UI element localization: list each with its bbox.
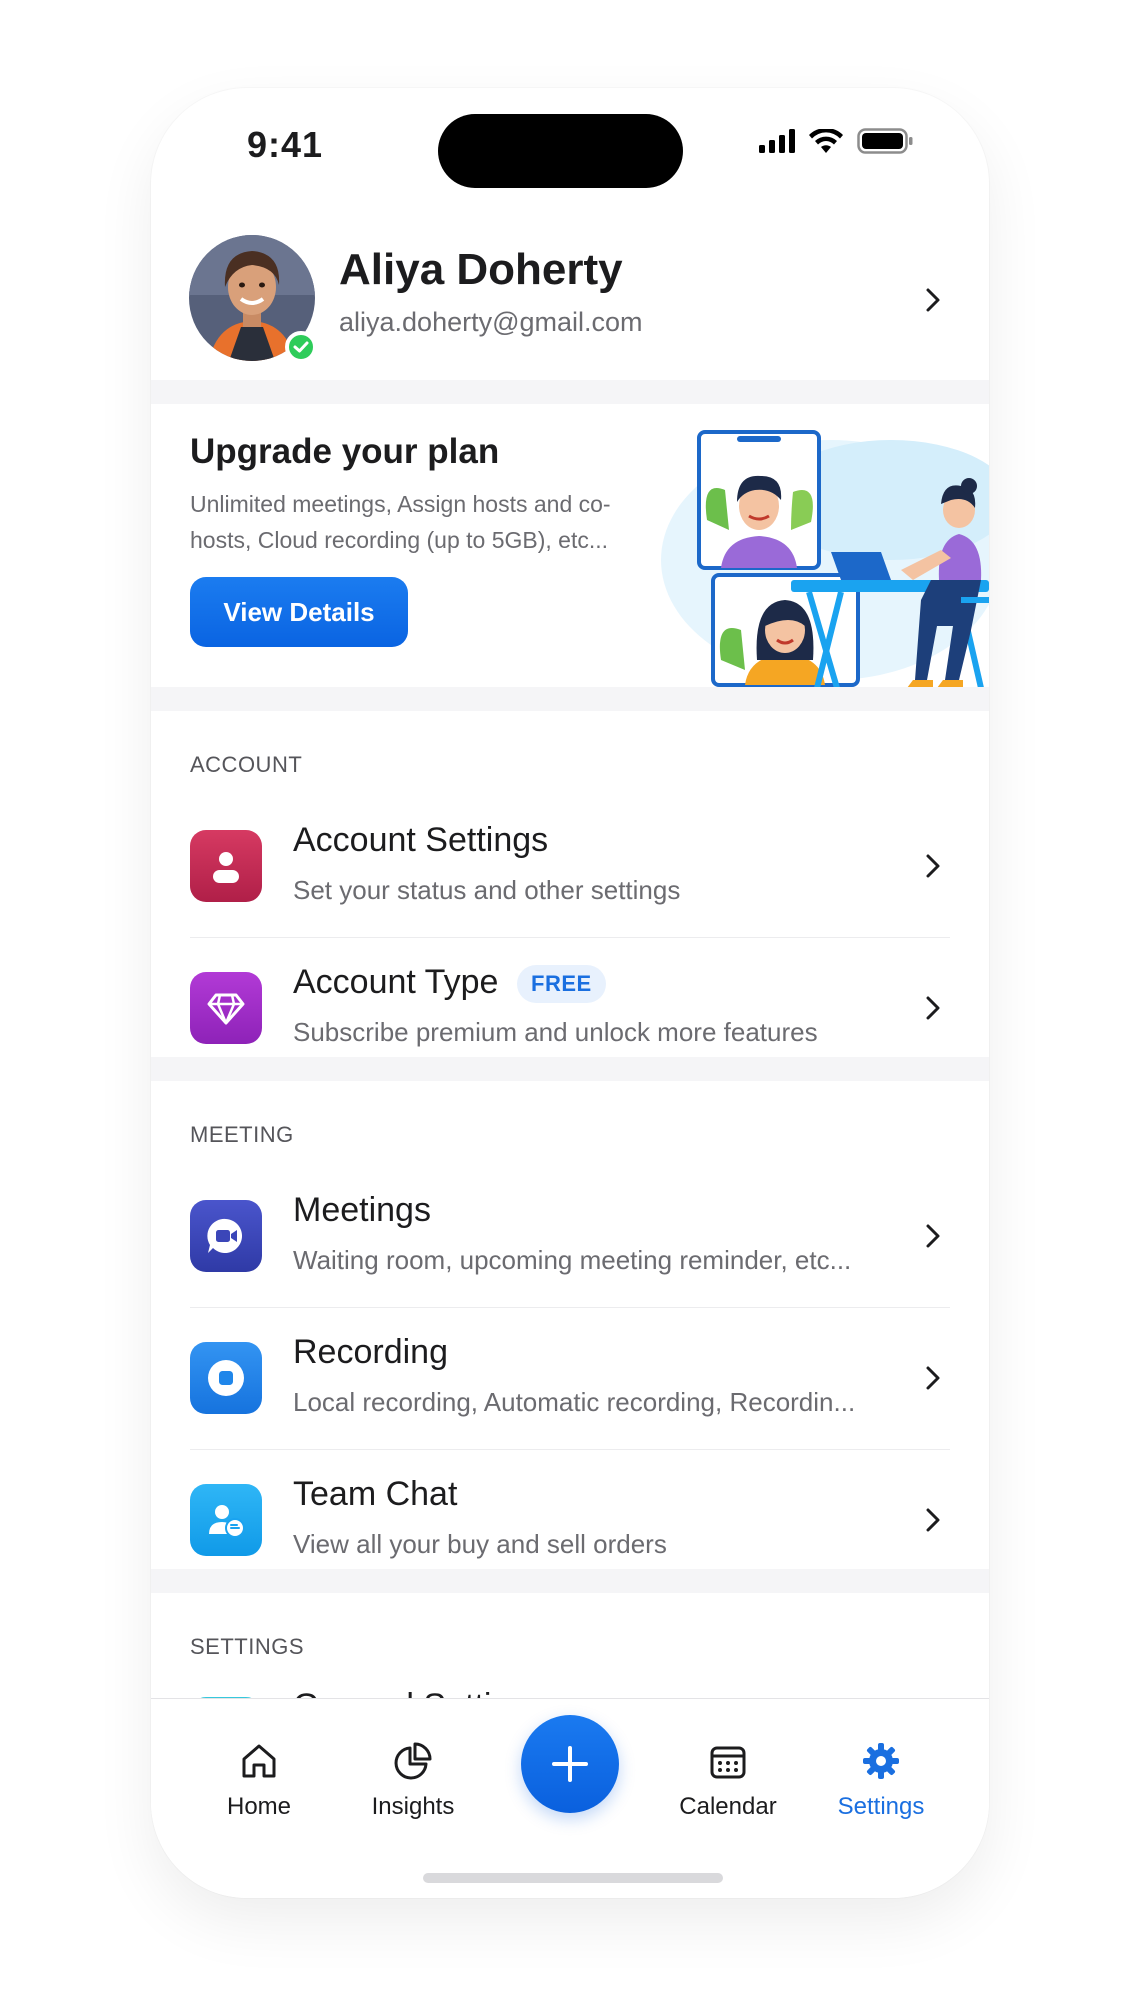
chevron-right-icon xyxy=(926,1224,940,1248)
row-title: Account Type xyxy=(293,963,499,1001)
row-title: Account Settings xyxy=(293,821,549,859)
tab-insights[interactable]: Insights xyxy=(348,1741,478,1821)
chevron-right-icon xyxy=(926,996,940,1020)
tab-label: Calendar xyxy=(679,1793,777,1820)
home-indicator xyxy=(423,1873,723,1883)
tab-label: Settings xyxy=(837,1793,925,1820)
row-title: Meetings xyxy=(293,1191,431,1229)
chevron-right-icon xyxy=(926,288,940,312)
upgrade-title: Upgrade your plan xyxy=(190,432,500,471)
team-chat-icon xyxy=(190,1484,262,1556)
account-section: ACCOUNT Account Settings Set your status… xyxy=(151,711,989,1057)
record-icon xyxy=(190,1342,262,1414)
section-divider xyxy=(151,1569,989,1593)
chevron-right-icon xyxy=(926,1508,940,1532)
tab-home[interactable]: Home xyxy=(194,1741,324,1821)
wifi-icon xyxy=(809,129,843,153)
recording-row[interactable]: Recording Local recording, Automatic rec… xyxy=(151,1307,989,1449)
person-icon xyxy=(190,830,262,902)
meetings-row[interactable]: Meetings Waiting room, upcoming meeting … xyxy=(151,1165,989,1307)
phone-screen: 9:41 Aliya Doherty aliya.doherty@gmail.c… xyxy=(151,88,989,1898)
section-label-account: ACCOUNT xyxy=(190,752,303,777)
tab-calendar[interactable]: Calendar xyxy=(663,1741,793,1821)
profile-email: aliya.doherty@gmail.com xyxy=(339,307,643,337)
row-subtitle: Subscribe premium and unlock more featur… xyxy=(293,1017,818,1047)
status-icons xyxy=(759,128,913,154)
account-settings-row[interactable]: Account Settings Set your status and oth… xyxy=(151,795,989,937)
gear-icon xyxy=(863,1743,899,1779)
row-title: Team Chat xyxy=(293,1475,458,1513)
signal-icon xyxy=(759,129,795,153)
chevron-right-icon xyxy=(926,854,940,878)
tab-label: Home xyxy=(226,1793,292,1820)
diamond-icon xyxy=(190,972,262,1044)
section-label-meeting: MEETING xyxy=(190,1122,294,1147)
pie-chart-icon xyxy=(394,1742,432,1780)
upgrade-banner: Upgrade your plan Unlimited meetings, As… xyxy=(151,404,989,688)
battery-icon xyxy=(857,128,913,154)
profile-header[interactable]: Aliya Doherty aliya.doherty@gmail.com xyxy=(151,223,989,378)
view-details-button[interactable]: View Details xyxy=(190,577,408,647)
section-label-settings: SETTINGS xyxy=(190,1634,305,1659)
section-divider xyxy=(151,1057,989,1081)
row-subtitle: Waiting room, upcoming meeting reminder,… xyxy=(293,1245,852,1275)
video-meeting-illustration xyxy=(661,430,989,688)
home-icon xyxy=(242,1744,276,1778)
profile-name: Aliya Doherty xyxy=(339,245,623,294)
chevron-right-icon xyxy=(926,1366,940,1390)
bottom-tab-bar: Home Insights Calendar Settings xyxy=(151,1698,989,1898)
plus-icon xyxy=(552,1746,588,1782)
row-subtitle: Local recording, Automatic recording, Re… xyxy=(293,1387,856,1417)
status-time: 9:41 xyxy=(247,124,324,165)
online-status-badge xyxy=(285,331,317,363)
upgrade-description: Unlimited meetings, Assign hosts and co-… xyxy=(190,491,611,553)
row-subtitle: Set your status and other settings xyxy=(293,875,681,905)
dynamic-island xyxy=(438,114,683,188)
section-divider xyxy=(151,380,989,404)
video-chat-icon xyxy=(190,1200,262,1272)
tab-settings[interactable]: Settings xyxy=(816,1741,946,1821)
row-subtitle: View all your buy and sell orders xyxy=(293,1529,667,1559)
calendar-icon xyxy=(710,1746,746,1779)
add-button[interactable] xyxy=(521,1715,619,1813)
section-divider xyxy=(151,687,989,711)
row-title: Recording xyxy=(293,1333,448,1371)
tab-label: Insights xyxy=(371,1793,455,1820)
meeting-section: MEETING Meetings Waiting room, upcoming … xyxy=(151,1081,989,1569)
plan-badge: FREE xyxy=(517,965,606,1003)
